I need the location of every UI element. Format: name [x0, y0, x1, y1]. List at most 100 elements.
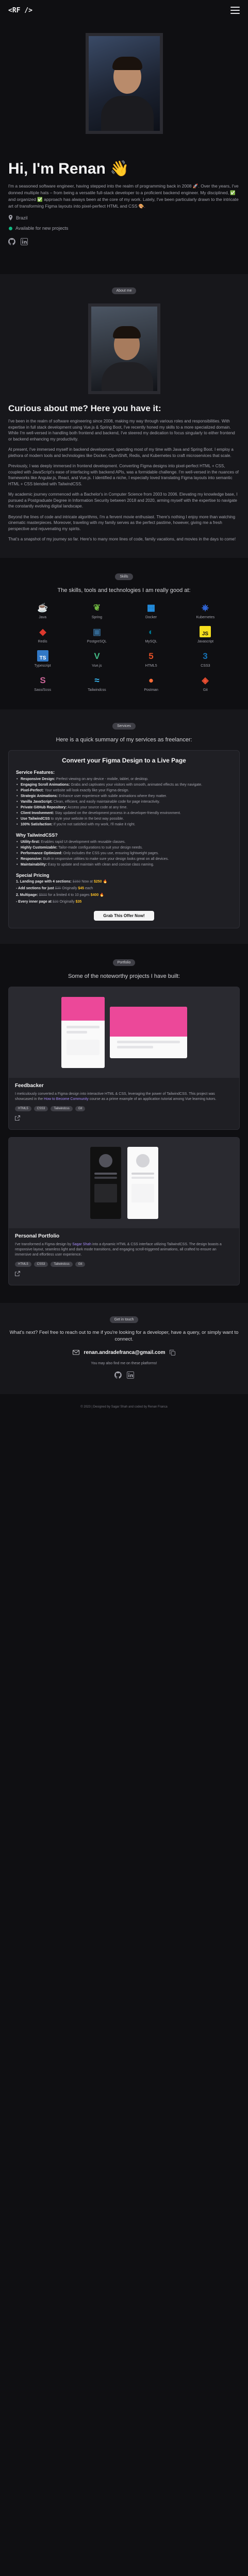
typescript-icon: TS [37, 650, 48, 662]
skill-item: 3 CSS3 [178, 649, 233, 668]
svg-text:S: S [40, 675, 45, 685]
copy-icon[interactable] [169, 1349, 175, 1355]
page: <RF /> Hi, I'm Renan 👋 I'm a seasoned so… [0, 0, 248, 1415]
service-card-title: Convert your Figma Design to a Live Page [62, 756, 186, 764]
services-pill: Services [112, 722, 136, 730]
project-title: Personal Portfolio [15, 1233, 60, 1239]
services-subtitle: Here is a quick summary of my services a… [56, 736, 192, 743]
postgresql-icon: ▣ [93, 627, 101, 637]
list-item: 100% Satisfaction: If you're not satisfi… [16, 822, 232, 827]
skill-item: ▦ Docker [124, 601, 178, 619]
external-link-icon[interactable] [15, 1115, 20, 1121]
about-paragraph: My academic journey commenced with a Bac… [8, 492, 238, 509]
skill-label: CSS3 [201, 664, 210, 668]
hero-intro: I'm a seasoned software engineer, having… [8, 183, 239, 209]
pricing-item: - Add sections for just $35 Originally $… [16, 886, 93, 890]
list-item: Engaging Scroll Animations: Grabs and ca… [16, 783, 232, 788]
skills-pill: Skills [115, 573, 133, 580]
project-card[interactable]: Feedbacker I meticulously converted a Fi… [8, 986, 240, 1130]
svg-text:▦: ▦ [147, 603, 155, 613]
skill-item: ❦ Spring [70, 601, 124, 619]
skill-item: ● Postman [124, 673, 178, 692]
skill-label: Tailwindcss [88, 688, 106, 692]
feedbacker-mockup [61, 996, 105, 1068]
list-item: Pixel-Perfect: Your website will look ex… [16, 788, 232, 793]
skill-label: HTML5 [145, 664, 157, 668]
spring-icon: ❦ [93, 603, 101, 613]
portfolio-dark-mockup [90, 1146, 121, 1219]
tag: CSS3 [34, 1106, 48, 1111]
why-tailwind-heading: Why TailwindCSS? [16, 832, 58, 838]
svg-text:◆: ◆ [39, 627, 46, 637]
features-heading: Service Features: [16, 769, 55, 775]
skill-item: ◐ MySQL [124, 625, 178, 643]
skills-section: Skills The skills, tools and technologie… [8, 558, 240, 709]
about-pill: About me [111, 287, 137, 294]
list-item: Responsive Design: Perfect viewing on an… [16, 777, 232, 782]
contact-pill: Get in touch [109, 1316, 139, 1323]
available-status-dot [9, 226, 12, 230]
svg-text:TS: TS [39, 655, 46, 661]
svg-text:☕: ☕ [37, 602, 48, 613]
project-link[interactable]: Sagar Shah [72, 1243, 91, 1246]
vue-icon: V [94, 651, 100, 661]
portfolio-pill: Portfolio [112, 959, 136, 966]
about-photo [88, 303, 160, 394]
location-row: Brazil [8, 215, 240, 221]
svg-text:3: 3 [203, 651, 208, 661]
list-item: Utility-first: Enables rapid UI developm… [16, 840, 232, 845]
github-icon[interactable] [8, 238, 15, 245]
portfolio-subtitle: Some of the noteworthy projects I have b… [68, 973, 180, 979]
skills-grid: ☕ Java ❦ Spring ▦ Docker ⎈ Kubernetes ◆ Redis ▣ Pos… [8, 601, 240, 692]
skill-label: Sass/Scss [34, 688, 51, 692]
email-address[interactable]: renan.andradefranca@gmail.com [84, 1350, 165, 1355]
about-title: Curious about me? Here you have it: [8, 403, 161, 413]
linkedin-icon[interactable] [126, 1371, 134, 1379]
project-screenshot [9, 987, 239, 1078]
skill-label: Postman [144, 688, 158, 692]
kubernetes-icon: ⎈ [202, 603, 209, 613]
svg-text:◐: ◐ [148, 627, 154, 637]
git-icon: ◈ [202, 675, 209, 685]
skill-label: Java [39, 615, 47, 619]
project-link[interactable]: How to Become Community [44, 1097, 89, 1101]
skill-item: S Sass/Scss [15, 673, 70, 692]
external-link-icon[interactable] [15, 1270, 20, 1276]
html5-icon: 5 [148, 651, 153, 661]
list-item: Maintainability: Easy to update and main… [16, 862, 232, 868]
project-description: I've transformed a Figma design by Sagar… [15, 1242, 222, 1257]
list-item: Client Involvement: Stay updated on the … [16, 811, 232, 816]
about-paragraph: Beyond the lines of code and intricate a… [8, 514, 236, 531]
portfolio-section: Portfolio Some of the noteworthy project… [8, 944, 240, 1303]
pricing-item: 1. Landing page with 4 sections: $350 No… [16, 879, 108, 884]
github-icon[interactable] [114, 1371, 122, 1379]
tag: Git [75, 1106, 86, 1111]
skill-item: ⎈ Kubernetes [178, 601, 233, 619]
linkedin-icon[interactable] [21, 238, 28, 245]
about-section: About me Curious about me? Here you have… [0, 274, 248, 558]
pricing-item: - Every inner page at $20 Originally $35 [16, 900, 82, 904]
mysql-icon: ◐ [148, 627, 154, 637]
menu-icon[interactable] [230, 7, 240, 14]
list-item: Private GitHub Repository: Access your s… [16, 805, 232, 810]
footer: © 2023 | Designed by Sagar Shah and code… [80, 1405, 168, 1409]
skills-subtitle: The skills, tools and technologies I am … [57, 587, 191, 594]
skill-label: Spring [91, 615, 102, 619]
tag: CSS3 [34, 1261, 48, 1267]
pricing-list: 1. Landing page with 4 sections: $350 No… [16, 879, 232, 905]
tag: Tailwindcss [51, 1106, 73, 1111]
location-text: Brazil [16, 215, 28, 221]
skill-item: ◆ Redis [15, 625, 70, 643]
skill-item: V Vue.js [70, 649, 124, 668]
site-logo[interactable]: <RF /> [8, 7, 32, 14]
skill-item: ≈ Tailwindcss [70, 673, 124, 692]
contact-text: What's next? Feel free to reach out to m… [9, 1329, 239, 1342]
grab-offer-button[interactable]: Grab This Offer Now! [94, 910, 154, 921]
list-item: Vanilla JavaScript: Clean, efficient, an… [16, 800, 232, 805]
skill-item: JS Javascript [178, 625, 233, 643]
mail-icon [73, 1350, 80, 1355]
skill-item: ◈ Git [178, 673, 233, 692]
project-tags: HTML5 CSS3 Tailwindcss Git [15, 1261, 233, 1267]
why-tailwind-list: Utility-first: Enables rapid UI developm… [16, 840, 232, 868]
project-card[interactable]: Personal Portfolio I've transformed a Fi… [8, 1137, 240, 1285]
